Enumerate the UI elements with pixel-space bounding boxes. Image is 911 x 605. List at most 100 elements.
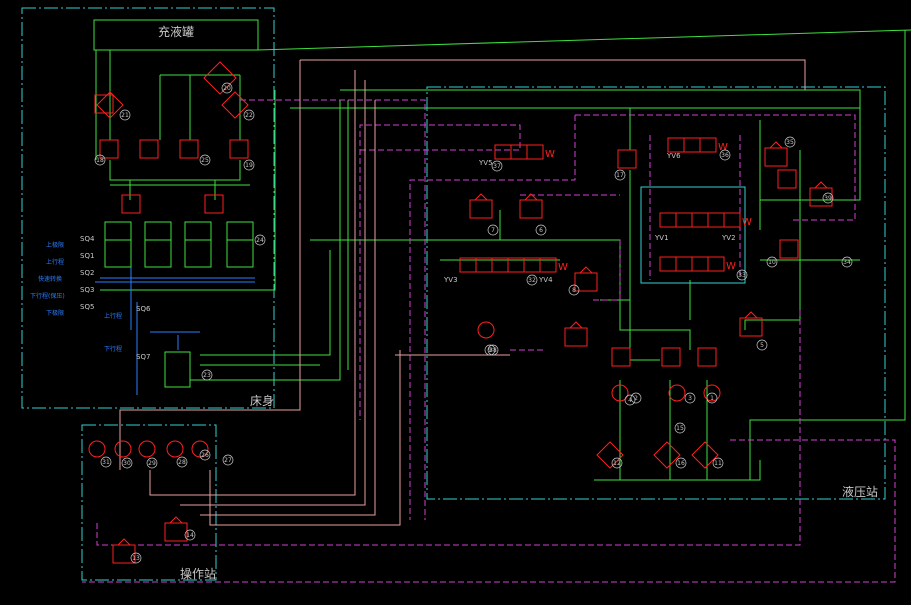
cylinder [184,221,212,268]
directional-valve-main [675,256,693,272]
spring-icon [814,181,828,189]
filter-check-valve [139,139,159,159]
component-number: 37 [493,163,501,170]
component-number: 20 [223,85,231,92]
component-number: 19 [245,162,253,169]
filter-check-valve [229,139,249,159]
switch-label: 上行程 [104,312,122,320]
component-number: 29 [148,460,156,467]
valve-yv2: YV2 [721,234,736,242]
pump-gauge-icon [668,384,686,402]
hydraulic-schematic: WWWWW 充液罐 床身 液压站 操作站 SQ4 SQ1 SQ2 SQ3 SQ5… [21,7,911,583]
return-line [209,350,401,526]
filter-check-valve [611,347,631,367]
filter-check-valve [121,194,141,214]
operator-title: 操作站 [180,566,216,581]
pressure-line [109,160,241,181]
valve-yv3: YV3 [443,276,458,284]
limit-switches: SQ4 SQ1 SQ2 SQ3 SQ5 SQ6 SQ7 上极限 上行程 快速转换… [30,235,151,361]
relief-valve [164,522,188,542]
component-numbers: 12 3456789101112131415161718192021 2223242… [94,82,853,564]
directional-valve-yv6 [699,137,717,153]
component-number: 39 [824,195,832,202]
directional-valve-main [691,256,709,272]
switch-sq3: SQ3 [80,286,94,294]
pressure-line [629,170,660,361]
directional-valve-yv5 [526,144,544,160]
cylinder [226,221,254,268]
relief-valve [564,327,588,347]
component-number: 33 [738,272,746,279]
spring-icon: W [742,217,752,228]
component-number: 25 [201,157,209,164]
pump-gauge-icon [88,440,106,458]
valve-yv5: YV5 [478,159,493,167]
tank-title: 充液罐 [158,24,194,39]
component-number: 5 [760,342,764,349]
switch-label: 上极限 [46,241,64,249]
directional-valve-yv1-yv2 [675,212,693,228]
directional-valve-yv5 [510,144,528,160]
operator-boundary [81,424,217,581]
component-number: 31 [102,459,110,466]
pilot-line [575,114,856,221]
component-number: 27 [224,457,232,464]
bed-boundary [21,7,275,409]
directional-valve-yv6 [683,137,701,153]
cylinder [144,221,172,268]
component-number: 8 [572,287,576,294]
switch-sq2: SQ2 [80,269,94,277]
spring-icon [579,266,593,274]
directional-valve-yv1-yv2 [723,212,741,228]
component-number: 28 [178,459,186,466]
pump-gauge-icon [166,440,184,458]
spring-icon [169,516,183,524]
spring-icon: W [726,261,736,272]
cylinder [104,221,132,268]
component-number: 36 [721,152,729,159]
relief-valve [764,147,788,167]
directional-valve-main [707,256,725,272]
switch-label: 下行程(保压) [30,292,65,300]
component-number: 23 [203,372,211,379]
spring-icon [769,141,783,149]
filter-check-valve [99,139,119,159]
filter-check-valve [179,139,199,159]
pilot-line [409,115,576,520]
spring-icon [117,538,131,546]
filter-check-valve [204,194,224,214]
directional-valve-main [659,256,677,272]
switch-sq1: SQ1 [80,252,94,260]
filter-check-valve [617,149,637,169]
relief-valve [739,317,763,337]
component-number: 32 [528,277,536,284]
component-number: 18 [96,157,104,164]
pump-gauge-icon [138,440,156,458]
switch-sq6: SQ6 [136,305,151,313]
pump-gauge-icon [114,440,132,458]
component-number: 10 [768,259,776,266]
return-line [200,100,376,516]
relief-valve [469,199,493,219]
pilot-line [240,99,426,520]
component-number: 6 [539,227,543,234]
spring-icon [474,193,488,201]
valve-yv1: YV1 [654,234,669,242]
component-number: 34 [843,259,851,266]
relief-valve [519,199,543,219]
relief-valve [574,272,598,292]
pressure-line [340,89,861,201]
return-line [180,80,366,506]
component-number: 3 [688,395,692,402]
component-number: 7 [491,227,495,234]
pressure-line [310,239,691,350]
pressure-line [749,30,906,480]
component-number: 22 [245,112,253,119]
component-number: 38 [489,347,497,354]
component-number: 26 [201,452,209,459]
component-number: 17 [616,172,624,179]
return-line [300,59,806,90]
filter-check-valve [777,169,797,189]
pressure-line [257,29,911,51]
station-title: 液压站 [842,484,878,499]
